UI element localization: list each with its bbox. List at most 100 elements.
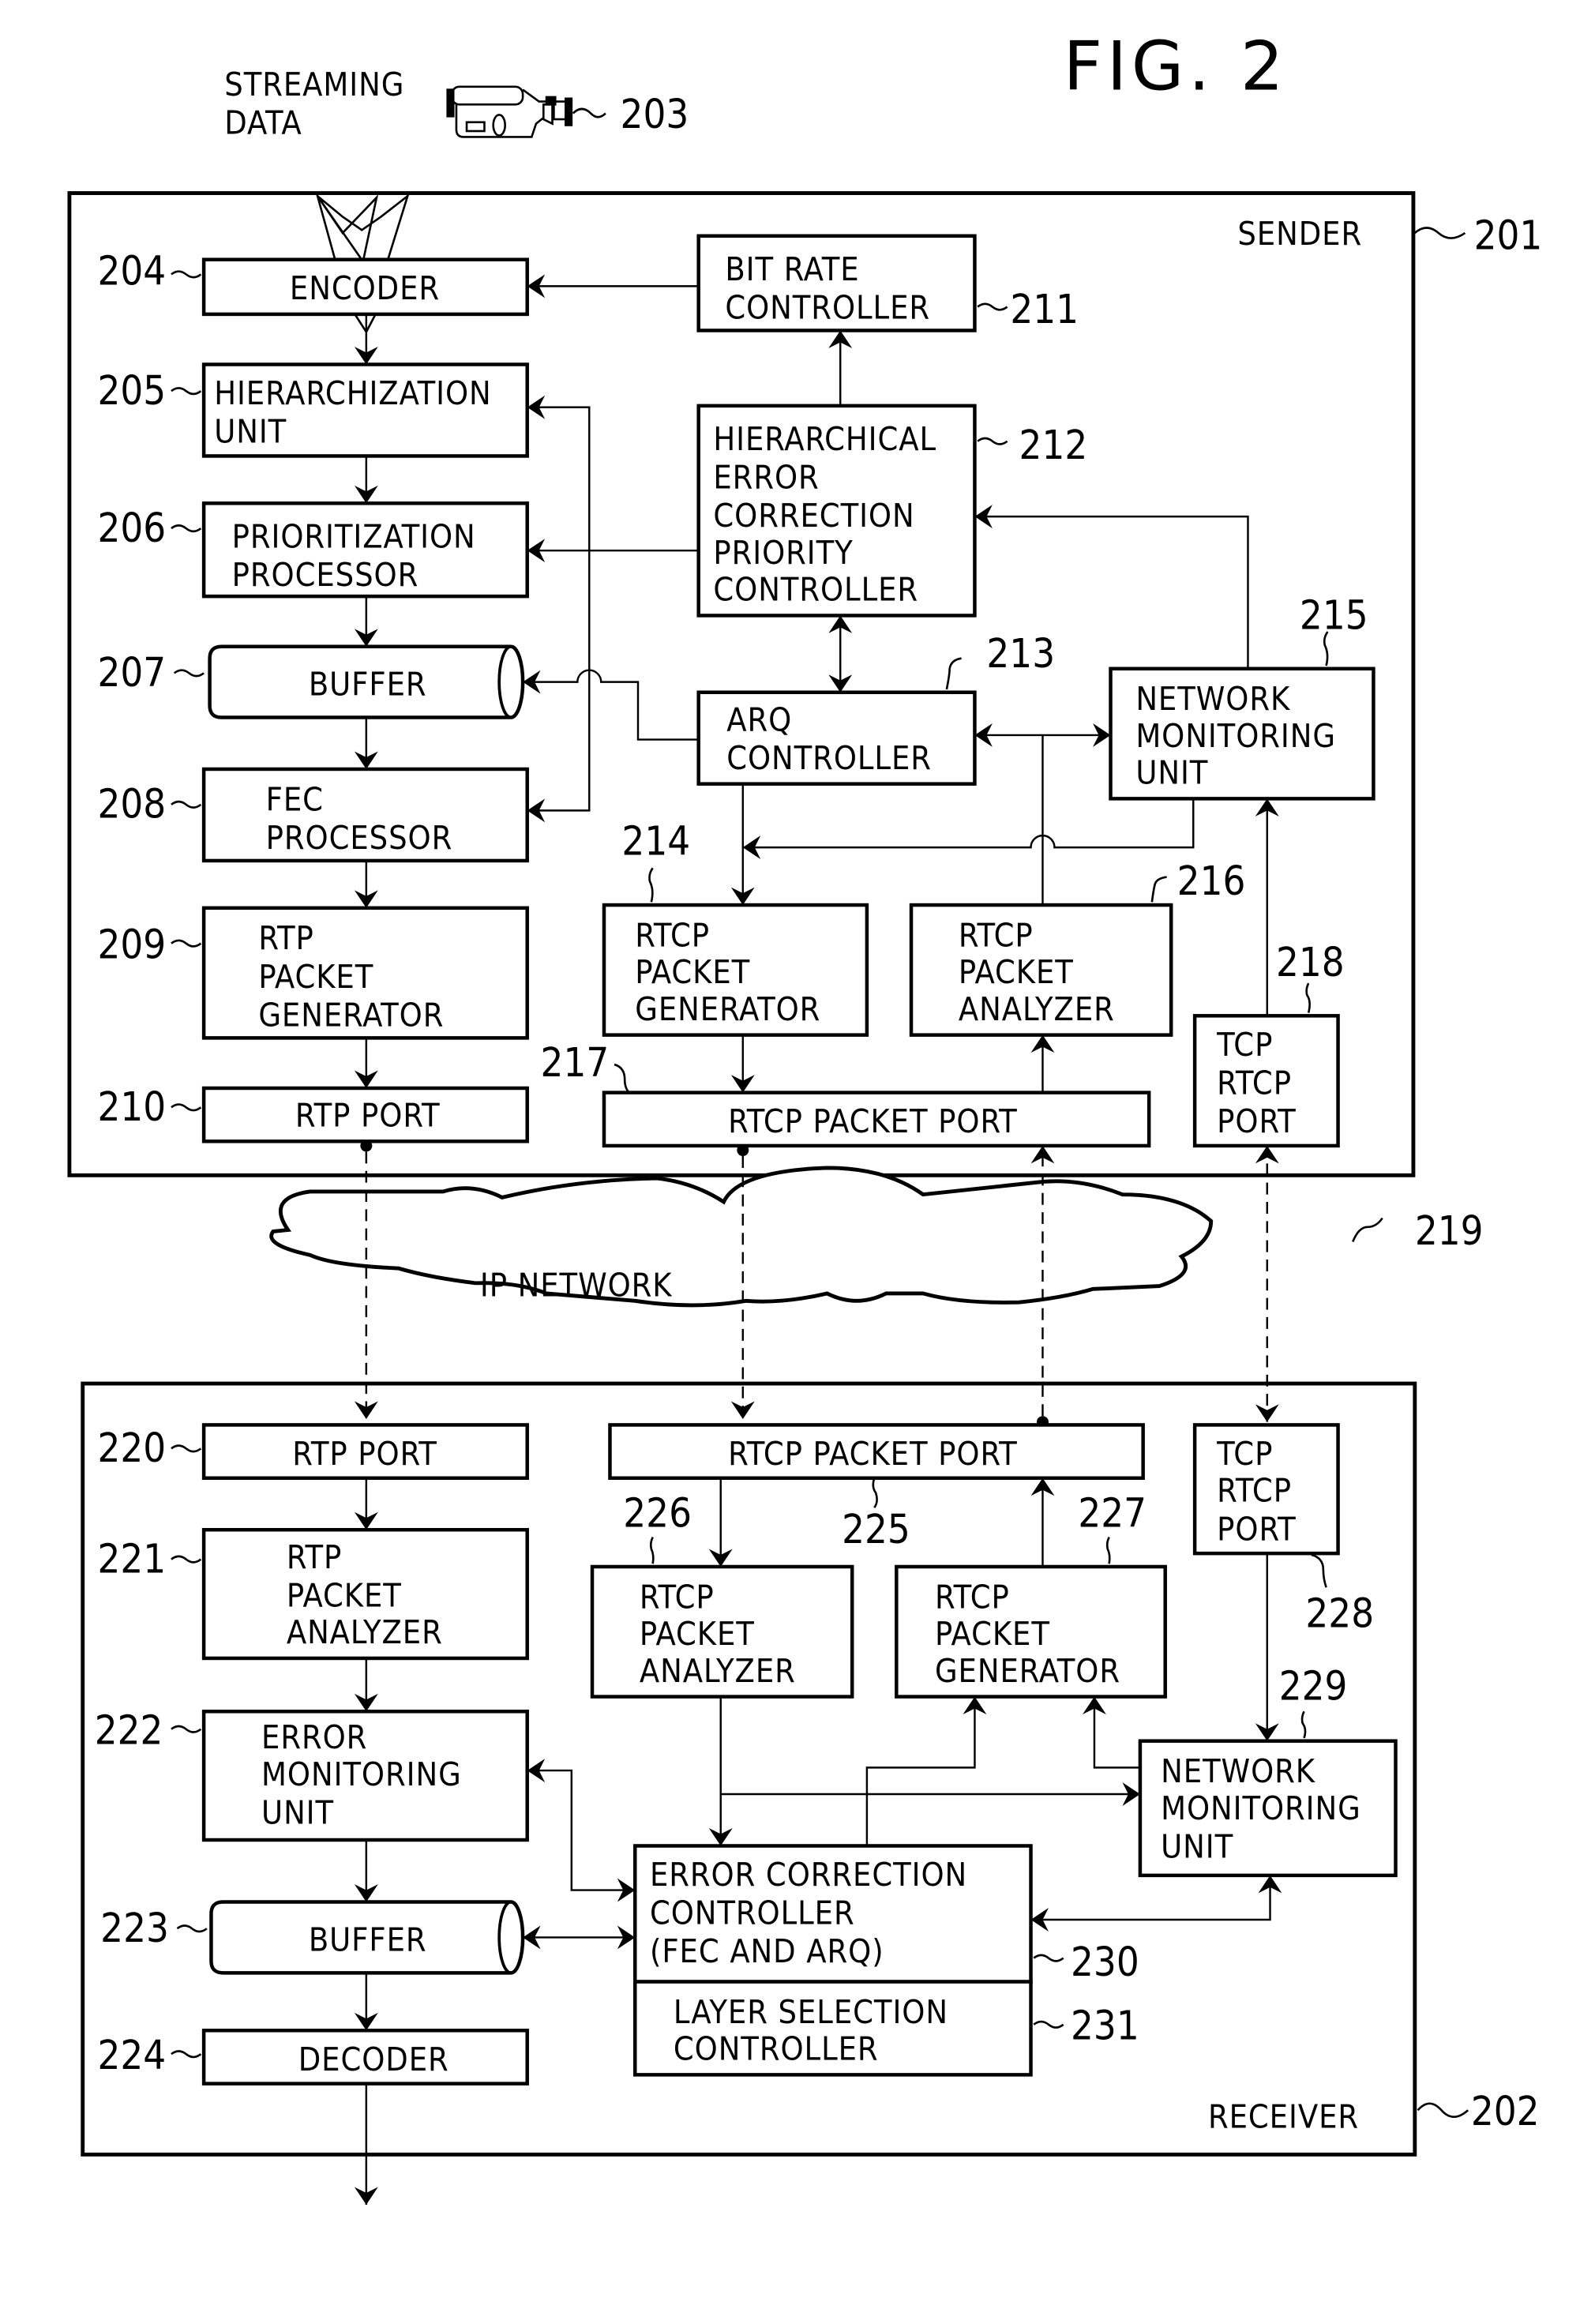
fig2-block-diagram: FIG. 2 STREAMING DATA 203 SENDER 201 ENC… <box>67 28 1543 2205</box>
ref-226: 226 <box>623 1489 692 1536</box>
receiver-leader <box>1417 2102 1469 2118</box>
camera-leader <box>572 107 606 118</box>
err-mon-label-2: MONITORING <box>261 1755 462 1793</box>
sender-rtcp-gen-label-1: RTCP <box>635 916 710 954</box>
sender-buffer-label: BUFFER <box>309 665 427 703</box>
ref-207: 207 <box>97 649 166 696</box>
sender-tcp-port-label-1: TCP <box>1216 1026 1273 1064</box>
receiver-rtp-port-label: RTP PORT <box>292 1435 437 1473</box>
ref-202: 202 <box>1471 2088 1540 2134</box>
ref-204: 204 <box>97 248 166 295</box>
ref-217: 217 <box>541 1039 610 1086</box>
ref-205: 205 <box>97 367 166 414</box>
sender-rtcp-gen-label-2: PACKET <box>635 953 750 991</box>
receiver-label: RECEIVER <box>1208 2098 1359 2136</box>
hierarchization-label-2: UNIT <box>214 413 287 451</box>
sender-rtcp-gen-label-3: GENERATOR <box>635 990 820 1028</box>
sender-leader <box>1413 227 1466 239</box>
sender-rtcp-an-label-1: RTCP <box>959 916 1034 954</box>
receiver-netmon-label-2: MONITORING <box>1161 1789 1361 1827</box>
receiver-rtcp-an-label-3: ANALYZER <box>640 1652 796 1690</box>
hec-label-3: CORRECTION <box>713 497 914 535</box>
fec-label-2: PROCESSOR <box>266 819 453 857</box>
ref-206: 206 <box>97 505 166 551</box>
ref-228: 228 <box>1305 1590 1374 1637</box>
receiver-rtcp-an-label-2: PACKET <box>640 1615 755 1653</box>
bitrate-label-1: BIT RATE <box>725 250 859 288</box>
hec-label-2: ERROR <box>713 459 819 497</box>
ref-212: 212 <box>1019 422 1088 468</box>
svg-text:STREAMING: STREAMING <box>224 66 404 103</box>
sender-label: SENDER <box>1237 215 1362 253</box>
ref-224: 224 <box>97 2032 166 2078</box>
receiver-tcp-port-label-1: TCP <box>1216 1435 1273 1473</box>
receiver-rtcp-an-label-1: RTCP <box>640 1578 715 1616</box>
layer-sel-label-2: CONTROLLER <box>674 2030 879 2068</box>
hec-label-4: PRIORITY <box>713 534 853 572</box>
prioritization-label-1: PRIORITIZATION <box>232 517 476 555</box>
sender-rtcp-an-label-3: ANALYZER <box>959 990 1115 1028</box>
prioritization-label-2: PROCESSOR <box>232 556 419 594</box>
ref-215: 215 <box>1300 591 1368 638</box>
ref-220: 220 <box>97 1425 166 1471</box>
receiver-rtcp-gen-label-1: RTCP <box>935 1578 1010 1616</box>
streaming-data-label: STREAMING DATA <box>224 66 404 142</box>
rtp-an-label-3: ANALYZER <box>287 1613 443 1651</box>
bitrate-label-2: CONTROLLER <box>725 289 930 327</box>
ref-222: 222 <box>95 1706 163 1753</box>
ref-216: 216 <box>1177 858 1246 904</box>
encoder-label: ENCODER <box>290 269 440 307</box>
sender-tcp-port-label-3: PORT <box>1217 1102 1296 1140</box>
receiver-tcp-port-label-2: RTCP <box>1217 1472 1292 1510</box>
sender-rtp-port-label: RTP PORT <box>295 1097 441 1135</box>
ec-ctrl-label-3: (FEC AND ARQ) <box>650 1932 884 1970</box>
ref-225: 225 <box>842 1506 910 1552</box>
rtp-an-label-2: PACKET <box>287 1576 402 1614</box>
ref-210: 210 <box>97 1083 166 1130</box>
svg-text:DATA: DATA <box>224 104 302 142</box>
sender-netmon-label-3: UNIT <box>1135 754 1208 792</box>
ip-network-label: IP NETWORK <box>480 1267 673 1305</box>
ec-ctrl-label-2: CONTROLLER <box>650 1894 855 1932</box>
rtp-an-label-1: RTP <box>287 1538 342 1576</box>
receiver-netmon-label-1: NETWORK <box>1161 1752 1316 1790</box>
ref-223: 223 <box>100 1905 169 1951</box>
sender-rtcp-an-label-2: PACKET <box>959 953 1074 991</box>
sender-tcp-port-label-2: RTCP <box>1217 1064 1292 1102</box>
ref-230: 230 <box>1071 1939 1139 1985</box>
ip-network-cloud <box>269 1166 1214 1308</box>
layer-sel-label-1: LAYER SELECTION <box>674 1993 948 2031</box>
receiver-netmon-label-3: UNIT <box>1161 1827 1233 1865</box>
figure-title: FIG. 2 <box>1064 28 1289 107</box>
rtp-gen-label-3: GENERATOR <box>258 996 444 1034</box>
ref-214: 214 <box>621 817 690 864</box>
fec-label-1: FEC <box>266 780 324 818</box>
rtp-gen-label-1: RTP <box>258 919 313 957</box>
ec-ctrl-label-1: ERROR CORRECTION <box>650 1856 967 1894</box>
ref-211: 211 <box>1010 286 1079 332</box>
sender-netmon-label-1: NETWORK <box>1135 680 1291 718</box>
ref-208: 208 <box>97 781 166 828</box>
err-mon-label-3: UNIT <box>261 1793 334 1831</box>
hec-label-5: CONTROLLER <box>713 571 918 609</box>
decoder-label: DECODER <box>298 2041 449 2078</box>
receiver-buffer-label: BUFFER <box>309 1920 427 1958</box>
receiver-rtcp-port-label: RTCP PACKET PORT <box>728 1435 1018 1473</box>
arq-label-2: CONTROLLER <box>726 739 932 777</box>
rtp-gen-label-2: PACKET <box>258 958 373 996</box>
receiver-tcp-port-label-3: PORT <box>1217 1510 1296 1548</box>
ref-218: 218 <box>1276 939 1345 986</box>
hierarchization-label-1: HIERARCHIZATION <box>214 374 491 412</box>
ref-203: 203 <box>621 91 689 137</box>
ref-201: 201 <box>1474 212 1543 259</box>
video-camera-icon <box>446 85 573 138</box>
ref-229: 229 <box>1279 1662 1348 1709</box>
ref-209: 209 <box>97 921 166 967</box>
receiver-rtcp-gen-label-3: GENERATOR <box>935 1652 1120 1690</box>
receiver-rtcp-gen-label-2: PACKET <box>935 1615 1050 1653</box>
sender-rtcp-port-label: RTCP PACKET PORT <box>728 1102 1018 1140</box>
ref-221: 221 <box>97 1535 166 1582</box>
ref-219: 219 <box>1415 1207 1484 1254</box>
arq-label-1: ARQ <box>726 700 792 738</box>
ref-213: 213 <box>986 630 1055 677</box>
